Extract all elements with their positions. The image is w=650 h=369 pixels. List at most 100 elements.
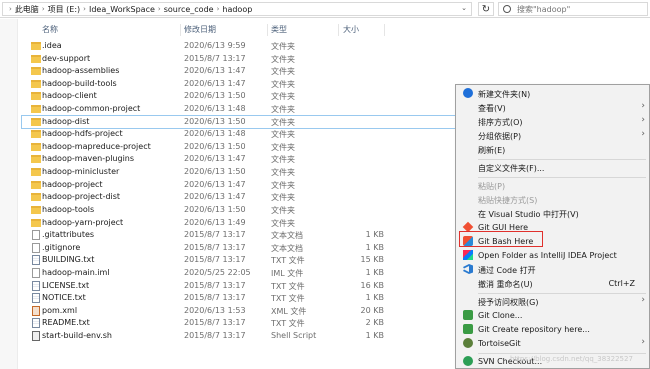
menu-item-new-folder[interactable]: 新建文件夹(N) [456,87,649,100]
file-type: 文件夹 [271,79,295,89]
search-input[interactable] [517,4,637,14]
file-type: TXT 文件 [271,256,305,266]
file-type: IML 文件 [271,268,304,278]
folder-row[interactable]: hadoop-client 2020/6/13 1:50 文件夹 [22,90,462,103]
folder-icon [31,168,41,177]
menu-item-tortoisegit[interactable]: TortoiseGit › [456,337,649,350]
file-type: Shell Script [271,331,317,341]
file-row[interactable]: hadoop-main.iml 2020/5/25 22:05 IML 文件 1 KB [22,267,462,280]
xml-file-icon [32,305,40,316]
column-header-date[interactable]: 修改日期 [184,24,216,36]
breadcrumb-this-pc[interactable]: 此电脑 [15,4,39,15]
menu-item-open-visual-studio[interactable]: 在 Visual Studio 中打开(V) [456,207,649,220]
folder-icon [31,54,41,63]
breadcrumb-drive[interactable]: 项目 (E:) [48,4,81,15]
folder-icon [31,42,41,50]
refresh-icon: ↻ [481,3,491,15]
menu-item-label: 通过 Code 打开 [478,266,536,275]
column-divider[interactable] [180,24,181,36]
menu-item-undo-rename[interactable]: 撤消 重命名(U) Ctrl+Z [456,277,649,290]
menu-item-paste[interactable]: 粘贴(P) [456,179,649,192]
folder-row[interactable]: hadoop-maven-plugins 2020/6/13 1:47 文件夹 [22,153,462,166]
folder-row[interactable]: hadoop-assemblies 2020/6/13 1:47 文件夹 [22,65,462,78]
column-header-type[interactable]: 类型 [271,24,287,36]
menu-item-open-code[interactable]: 通过 Code 打开 [456,263,649,276]
folder-row[interactable]: hadoop-tools 2020/6/13 1:50 文件夹 [22,204,462,217]
menu-item-label: Open Folder as IntelliJ IDEA Project [478,251,617,260]
file-name: start-build-env.sh [42,331,112,341]
file-date: 2020/6/13 1:50 [184,91,246,101]
file-name: hadoop-maven-plugins [42,154,135,164]
folder-icon [31,105,41,114]
folder-icon [31,67,41,76]
file-type: XML 文件 [271,306,307,316]
file-row[interactable]: .gitattributes 2015/8/7 13:17 文本文档 1 KB [22,229,462,242]
file-row[interactable]: LICENSE.txt 2015/8/7 13:17 TXT 文件 16 KB [22,280,462,293]
folder-row[interactable]: hadoop-build-tools 2020/6/13 1:47 文件夹 [22,78,462,91]
file-file-icon [32,267,40,278]
file-row[interactable]: .gitignore 2015/8/7 13:17 文本文档 1 KB [22,242,462,255]
folder-row[interactable]: hadoop-yarn-project 2020/6/13 1:49 文件夹 [22,217,462,230]
menu-item-view[interactable]: 查看(V) › [456,101,649,114]
breadcrumb-hadoop[interactable]: hadoop [222,5,252,14]
file-name: hadoop-client [42,91,97,101]
txt-file-icon [32,318,40,329]
file-date: 2015/8/7 13:17 [184,318,246,328]
column-header-size[interactable]: 大小 [343,24,359,36]
file-row[interactable]: start-build-env.sh 2015/8/7 13:17 Shell Sc… [22,330,462,343]
folder-row[interactable]: .idea 2020/6/13 9:59 文件夹 [22,40,462,53]
folder-row[interactable]: hadoop-common-project 2020/6/13 1:48 文件夹 [22,103,462,116]
file-date: 2020/6/13 1:50 [184,116,246,126]
menu-item-label: 自定义文件夹(F)... [478,164,545,173]
menu-item-label: 撤消 重命名(U) [478,280,533,289]
folder-row[interactable]: hadoop-minicluster 2020/6/13 1:50 文件夹 [22,166,462,179]
file-row[interactable]: NOTICE.txt 2015/8/7 13:17 TXT 文件 1 KB [22,292,462,305]
folder-row[interactable]: hadoop-project-dist 2020/6/13 1:47 文件夹 [22,191,462,204]
menu-item-paste-shortcut[interactable]: 粘贴快捷方式(S) [456,193,649,206]
file-file-icon [32,242,40,253]
column-divider[interactable] [338,24,339,36]
search-box[interactable] [498,2,648,16]
folder-icon [31,205,41,214]
menu-item-sort[interactable]: 排序方式(O) › [456,115,649,128]
navigation-pane[interactable] [0,19,18,369]
file-row[interactable]: README.txt 2015/8/7 13:17 TXT 文件 2 KB [22,317,462,330]
menu-item-git-create-repo[interactable]: Git Create repository here... [456,323,649,336]
git-clone-icon [463,310,473,320]
address-bar[interactable]: › 此电脑 › 项目 (E:) › Idea_WorkSpace › sourc… [2,2,472,16]
folder-row[interactable]: hadoop-dist 2020/6/13 1:50 文件夹 [21,114,463,130]
folder-row[interactable]: hadoop-mapreduce-project 2020/6/13 1:50 文件… [22,141,462,154]
folder-icon [31,92,41,101]
folder-row[interactable]: hadoop-hdfs-project 2020/6/13 1:48 文件夹 [22,128,462,141]
menu-item-grant-access[interactable]: 授予访问权限(G) › [456,295,649,308]
chevron-down-icon[interactable]: ⌄ [461,4,467,12]
file-name: .gitattributes [42,230,95,240]
column-divider[interactable] [384,24,385,36]
folder-row[interactable]: hadoop-project 2020/6/13 1:47 文件夹 [22,179,462,192]
breadcrumb-source-code[interactable]: source_code [164,5,214,14]
refresh-button[interactable]: ↻ [478,2,494,16]
menu-item-refresh[interactable]: 刷新(E) [456,143,649,156]
menu-item-customize[interactable]: 自定义文件夹(F)... [456,161,649,174]
file-name: hadoop-yarn-project [42,217,124,227]
file-date: 2015/8/7 13:17 [184,293,246,303]
menu-item-open-idea[interactable]: Open Folder as IntelliJ IDEA Project [456,249,649,262]
git-create-repo-icon [463,324,473,334]
file-date: 2020/6/13 9:59 [184,41,246,50]
folder-row[interactable]: dev-support 2015/8/7 13:17 文件夹 [22,53,462,66]
file-row[interactable]: BUILDING.txt 2015/8/7 13:17 TXT 文件 15 KB [22,254,462,267]
file-type: 文件夹 [271,168,295,178]
file-name: .gitignore [42,242,81,252]
file-date: 2015/8/7 13:17 [184,255,246,265]
file-type: 文件夹 [271,67,295,77]
menu-item-git-clone[interactable]: Git Clone... [456,309,649,322]
menu-item-group[interactable]: 分组依据(P) › [456,129,649,142]
menu-item-label: 粘贴快捷方式(S) [478,196,538,205]
file-name: pom.xml [42,305,78,315]
breadcrumb-workspace[interactable]: Idea_WorkSpace [89,5,155,14]
file-date: 2015/8/7 13:17 [184,242,246,252]
file-row[interactable]: pom.xml 2020/6/13 1:53 XML 文件 20 KB [22,305,462,318]
column-header-name[interactable]: 名称 [42,24,58,36]
file-name: BUILDING.txt [42,255,95,265]
column-divider[interactable] [267,24,268,36]
